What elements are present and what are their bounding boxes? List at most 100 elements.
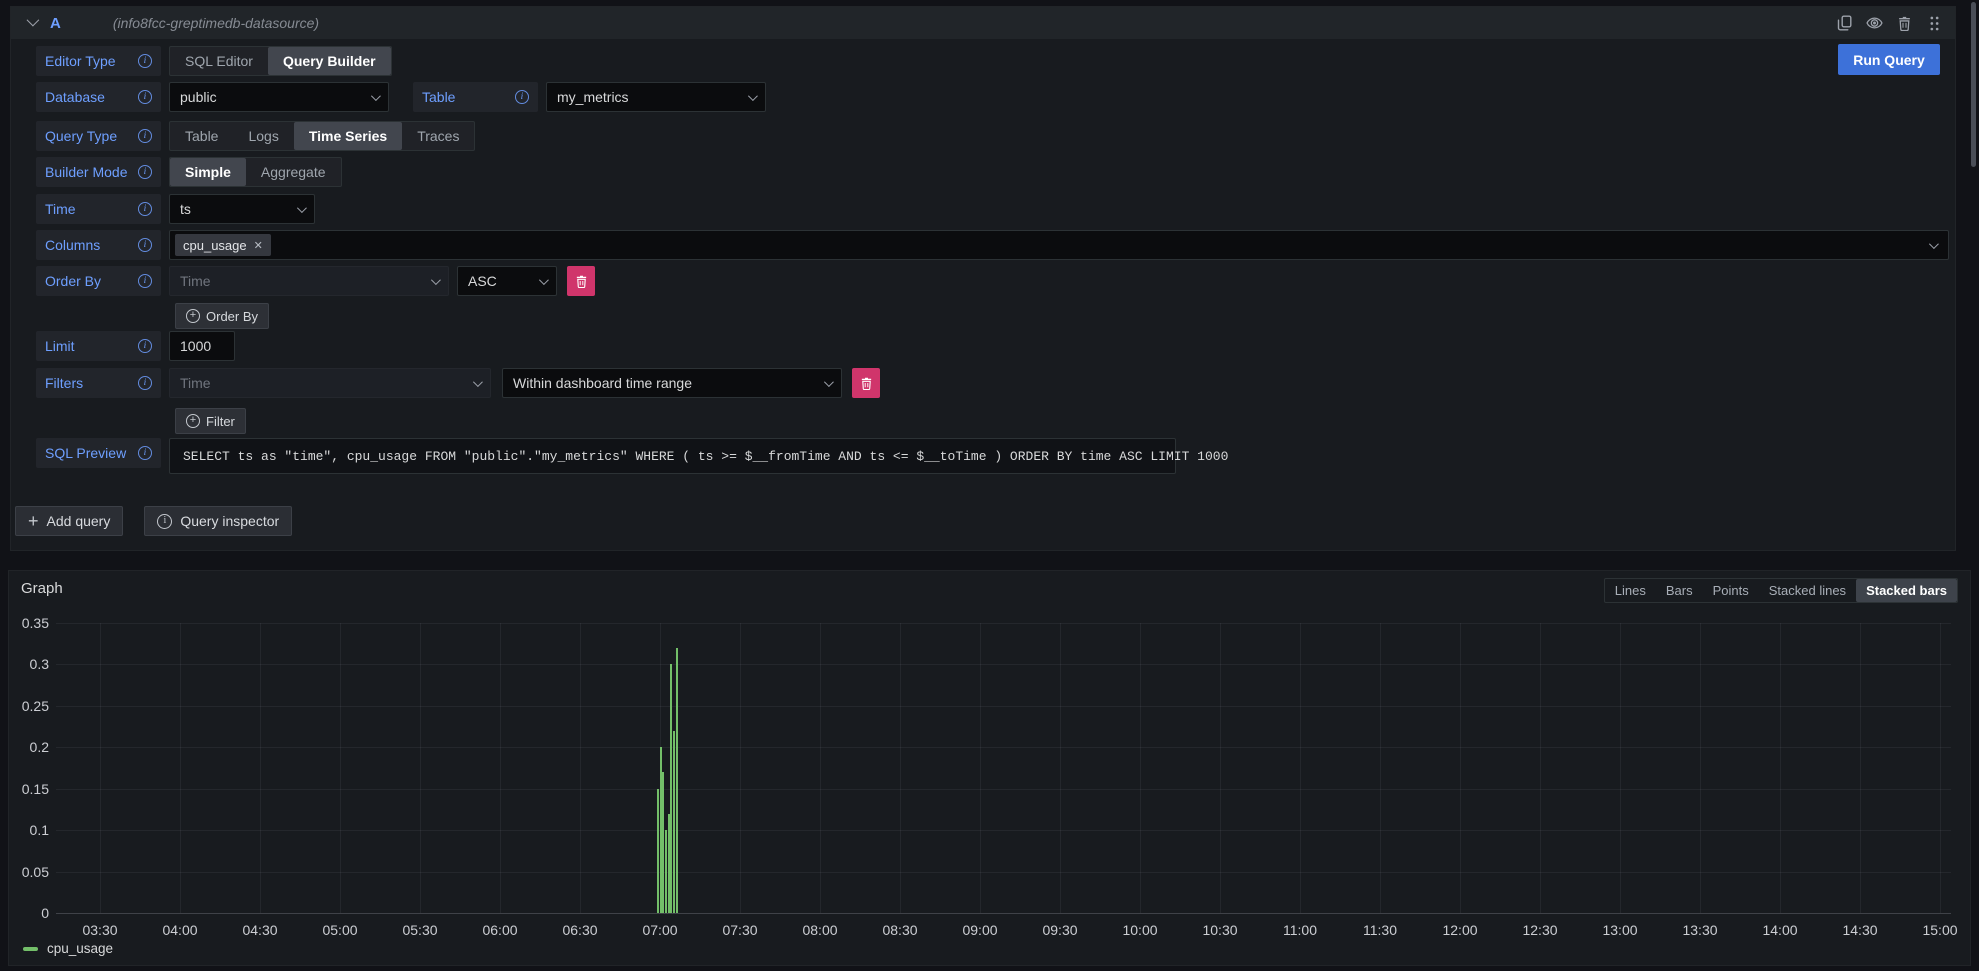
- x-gridline: [900, 623, 901, 913]
- remove-query-trash-icon[interactable]: [1896, 15, 1913, 32]
- database-info-icon[interactable]: i: [138, 90, 152, 104]
- legend-series-name: cpu_usage: [47, 941, 113, 956]
- x-axis-tick-label: 07:30: [722, 922, 757, 938]
- chevron-down-icon: [371, 91, 381, 101]
- x-gridline: [740, 623, 741, 913]
- builder-mode-switch: SimpleAggregate: [169, 157, 342, 187]
- x-gridline: [1060, 623, 1061, 913]
- add-order-by-button[interactable]: + Order By: [175, 303, 269, 329]
- query-inspector-button[interactable]: i Query inspector: [144, 506, 292, 536]
- x-axis-tick-label: 11:30: [1363, 922, 1397, 938]
- time-series-plot: 0.350.30.250.20.150.10.05003:3004:0004:3…: [56, 623, 1951, 913]
- order-by-info-icon[interactable]: i: [138, 274, 152, 288]
- x-axis-tick-label: 05:00: [322, 922, 357, 938]
- x-gridline: [500, 623, 501, 913]
- limit-info-icon[interactable]: i: [138, 339, 152, 353]
- columns-label: Columns i: [36, 230, 161, 260]
- x-axis-tick-label: 13:00: [1602, 922, 1637, 938]
- datasource-name: (info8fcc-greptimedb-datasource): [113, 15, 319, 31]
- x-axis-tick-label: 14:30: [1842, 922, 1877, 938]
- query-type-option-logs[interactable]: Logs: [233, 122, 293, 150]
- add-query-button[interactable]: + Add query: [15, 506, 123, 536]
- plus-circle-icon: +: [186, 309, 200, 323]
- duplicate-query-icon[interactable]: [1836, 15, 1853, 32]
- x-gridline: [820, 623, 821, 913]
- add-filter-button[interactable]: + Filter: [175, 408, 246, 434]
- filter-condition-select[interactable]: Within dashboard time range: [502, 368, 842, 398]
- collapse-chevron-icon[interactable]: [27, 13, 40, 26]
- x-axis-tick-label: 03:30: [82, 922, 117, 938]
- sql-preview-info-icon[interactable]: i: [138, 446, 152, 460]
- x-axis-tick-label: 10:00: [1122, 922, 1157, 938]
- x-axis-tick-label: 12:00: [1442, 922, 1477, 938]
- chevron-down-icon: [473, 377, 483, 387]
- info-circle-icon: i: [157, 514, 172, 529]
- x-gridline: [1380, 623, 1381, 913]
- x-gridline: [260, 623, 261, 913]
- time-info-icon[interactable]: i: [138, 202, 152, 216]
- hide-response-eye-icon[interactable]: [1866, 15, 1883, 32]
- query-row-header[interactable]: A (info8fcc-greptimedb-datasource): [11, 7, 1955, 39]
- filters-label: Filters i: [36, 368, 161, 398]
- limit-input[interactable]: 1000: [169, 331, 235, 361]
- display-mode-option-points[interactable]: Points: [1703, 579, 1759, 602]
- y-axis-tick-label: 0.05: [9, 864, 49, 880]
- remove-tag-icon[interactable]: ✕: [254, 239, 263, 252]
- plus-icon: +: [28, 514, 39, 528]
- display-mode-option-stacked-bars[interactable]: Stacked bars: [1856, 579, 1957, 602]
- table-select[interactable]: my_metrics: [546, 82, 766, 112]
- display-mode-option-lines[interactable]: Lines: [1605, 579, 1656, 602]
- columns-info-icon[interactable]: i: [138, 238, 152, 252]
- run-query-button[interactable]: Run Query: [1838, 44, 1940, 75]
- x-axis-tick-label: 04:00: [162, 922, 197, 938]
- x-axis-tick-label: 13:30: [1682, 922, 1717, 938]
- legend-item-cpu-usage[interactable]: cpu_usage: [23, 941, 113, 956]
- database-select[interactable]: public: [169, 82, 389, 112]
- x-axis-tick-label: 06:30: [562, 922, 597, 938]
- builder-mode-info-icon[interactable]: i: [138, 165, 152, 179]
- limit-label: Limit i: [36, 331, 161, 361]
- y-axis-tick-label: 0.3: [9, 656, 49, 672]
- editor-type-option-query-builder[interactable]: Query Builder: [268, 47, 391, 75]
- x-axis-tick-label: 11:00: [1283, 922, 1317, 938]
- table-info-icon[interactable]: i: [515, 90, 529, 104]
- editor-type-switch: SQL EditorQuery Builder: [169, 46, 392, 76]
- remove-filter-button[interactable]: [852, 368, 880, 398]
- display-mode-option-stacked-lines[interactable]: Stacked lines: [1759, 579, 1856, 602]
- x-gridline: [1540, 623, 1541, 913]
- graph-display-mode-switch: LinesBarsPointsStacked linesStacked bars: [1604, 578, 1958, 603]
- editor-type-option-sql-editor[interactable]: SQL Editor: [170, 47, 268, 75]
- columns-multiselect[interactable]: cpu_usage ✕: [169, 230, 1949, 260]
- filter-column-select[interactable]: Time: [169, 368, 491, 398]
- x-gridline: [180, 623, 181, 913]
- database-label: Database i: [36, 82, 161, 112]
- chevron-down-icon: [1929, 239, 1939, 249]
- drag-handle-icon[interactable]: [1926, 15, 1943, 32]
- y-axis-tick-label: 0.15: [9, 781, 49, 797]
- remove-order-by-button[interactable]: [567, 266, 595, 296]
- time-column-select[interactable]: ts: [169, 194, 315, 224]
- query-type-label: Query Type i: [36, 121, 161, 151]
- x-gridline: [340, 623, 341, 913]
- query-ref-id: A: [50, 15, 61, 32]
- x-axis-tick-label: 09:30: [1042, 922, 1077, 938]
- bar-cpu_usage-07:07[interactable]: [676, 648, 678, 913]
- page-scrollbar[interactable]: [1971, 2, 1976, 167]
- builder-mode-option-simple[interactable]: Simple: [170, 158, 246, 186]
- builder-mode-option-aggregate[interactable]: Aggregate: [246, 158, 341, 186]
- x-axis-tick-label: 04:30: [242, 922, 277, 938]
- editor-type-info-icon[interactable]: i: [138, 54, 152, 68]
- query-editor-panel: A (info8fcc-greptimedb-datasource) Run Q…: [10, 6, 1956, 551]
- order-by-direction-select[interactable]: ASC: [457, 266, 557, 296]
- x-gridline: [1460, 623, 1461, 913]
- filters-info-icon[interactable]: i: [138, 376, 152, 390]
- y-axis-tick-label: 0.1: [9, 822, 49, 838]
- display-mode-option-bars[interactable]: Bars: [1656, 579, 1703, 602]
- query-type-option-table[interactable]: Table: [170, 122, 233, 150]
- x-gridline: [1620, 623, 1621, 913]
- query-type-info-icon[interactable]: i: [138, 129, 152, 143]
- query-type-switch: TableLogsTime SeriesTraces: [169, 121, 475, 151]
- order-by-column-select[interactable]: Time: [169, 266, 449, 296]
- query-type-option-traces[interactable]: Traces: [402, 122, 474, 150]
- query-type-option-time-series[interactable]: Time Series: [294, 122, 402, 150]
